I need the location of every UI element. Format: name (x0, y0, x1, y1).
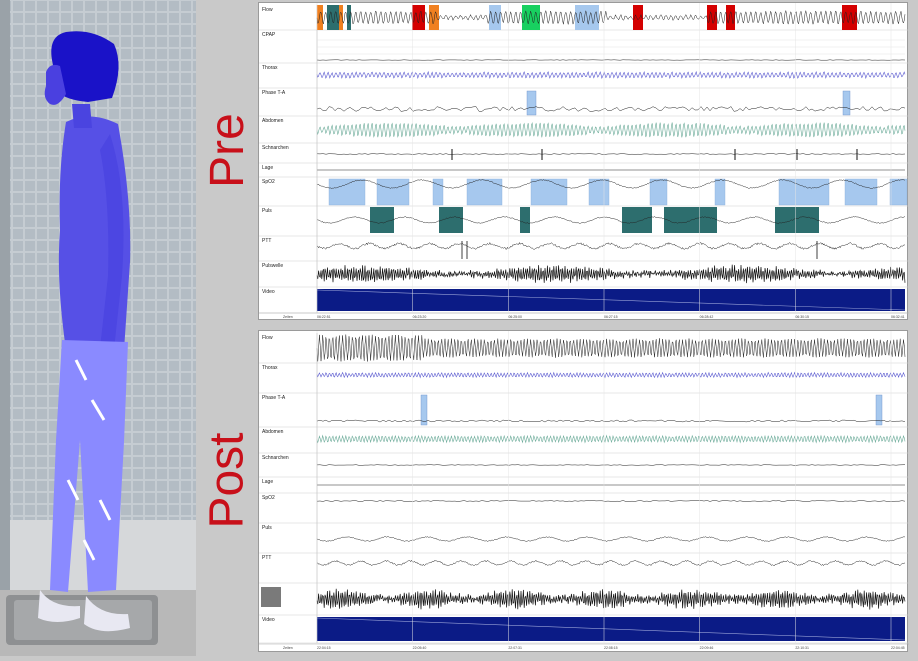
pre-flow-trace (317, 11, 905, 25)
post-title: Post (200, 432, 255, 528)
pre-spo2-desaturation (377, 179, 409, 205)
pre-channel-label-abdomen: Abdomen (262, 118, 284, 124)
pre-channel-label-phase: Phase T-A (262, 90, 286, 96)
pre-pulse-event (622, 207, 652, 233)
post-snore-trace (317, 465, 905, 466)
post-polysomnography-panel: Flow Thorax Phase T-A Abdomen Schnarchen Lage… (258, 330, 908, 652)
pre-channel-label-position: Lage (262, 165, 273, 171)
post-channel-label-ptt: PTT (262, 555, 271, 561)
post-spo2-trace (317, 501, 905, 502)
post-time-tick: 22:09:46 (700, 646, 714, 650)
post-channel-label-spo2: SpO2 (262, 495, 275, 501)
pre-phase-trace (317, 107, 905, 112)
post-flow-trace (317, 335, 905, 362)
pre-spo2-desaturation (467, 179, 502, 205)
pre-channel-label-video: Video (262, 289, 275, 295)
pre-phase-event (527, 91, 536, 115)
post-abdomen-trace (317, 436, 905, 443)
post-phase-trace (317, 420, 905, 422)
post-time-tick: 22:07:31 (508, 646, 522, 650)
post-label: Post (200, 330, 255, 630)
pre-time-tick: 06:22:51 (317, 315, 331, 319)
pre-channel-label-flow: Flow (262, 7, 273, 13)
pre-spo2-desaturation (845, 179, 877, 205)
patient-photo (0, 0, 196, 656)
pre-pulse-event (775, 207, 819, 233)
post-channel-label-abdomen: Abdomen (262, 429, 284, 435)
pre-pleth-trace (317, 265, 905, 284)
pre-channel-label-pleth: Pulswelle (262, 263, 283, 269)
post-ptt-trace (317, 560, 905, 565)
pre-flow-event-red (726, 5, 735, 30)
pre-spo2-desaturation (433, 179, 443, 205)
post-time-tick: 22:05:40 (413, 646, 427, 650)
pre-channel-label-snore: Schnarchen (262, 145, 289, 151)
post-channel-label-position: Lage (262, 479, 273, 485)
post-channel-label-pulse: Puls (262, 525, 272, 531)
pre-spo2-desaturation (531, 179, 567, 205)
pre-time-tick: 06:30:15 (795, 315, 809, 319)
post-pleth-thumbnail (261, 587, 281, 607)
pre-spo2-desaturation (329, 179, 365, 205)
pre-signal-chart: Flow CPAP Thorax Phase T-A Abdomen Schnarchen… (259, 3, 909, 321)
pre-spo2-desaturation (650, 179, 667, 205)
post-channel-label-snore: Schnarchen (262, 455, 289, 461)
post-channel-label-video: Video (262, 617, 275, 623)
pre-spo2-desaturation (715, 179, 725, 205)
post-phase-event (421, 395, 427, 425)
pre-pulse-event (520, 207, 530, 233)
post-time-tick: 22:08:15 (604, 646, 618, 650)
pre-time-tick: 06:32:41 (891, 315, 905, 319)
pre-flow-event-orange (429, 5, 439, 30)
pre-time-label: Zeiten (283, 315, 293, 319)
pre-pulse-event (370, 207, 394, 233)
post-channel-label-thorax: Thorax (262, 365, 278, 371)
post-time-tick: 22:04:15 (317, 646, 331, 650)
pre-phase-event (843, 91, 850, 115)
pre-time-tick: 06:27:15 (604, 315, 618, 319)
post-time-tick: 22:04:45 (891, 646, 905, 650)
post-channel-label-phase: Phase T-A (262, 395, 286, 401)
post-thorax-trace (317, 373, 905, 378)
pre-flow-event-red (412, 5, 425, 30)
pre-spo2-desaturation (589, 179, 609, 205)
pre-channel-label-thorax: Thorax (262, 65, 278, 71)
post-signal-chart: Flow Thorax Phase T-A Abdomen Schnarchen Lage… (259, 331, 909, 653)
pre-time-tick: 06:28:42 (700, 315, 714, 319)
pre-spo2-desaturation (890, 179, 907, 205)
pre-title: Pre (200, 113, 255, 188)
pre-snore-trace (317, 154, 905, 155)
post-pulse-trace (317, 537, 905, 542)
post-time-tick: 22:10:31 (795, 646, 809, 650)
post-pleth-trace (317, 589, 905, 610)
pre-channel-label-cpap: CPAP (262, 32, 276, 38)
pre-abdomen-trace (317, 123, 905, 138)
pre-thorax-trace (317, 72, 905, 78)
pre-channel-label-spo2: SpO2 (262, 179, 275, 185)
pre-label: Pre (200, 0, 255, 300)
pre-channel-label-pulse: Puls (262, 208, 272, 214)
pre-channel-label-ptt: PTT (262, 238, 271, 244)
pre-spo2-desaturation (779, 179, 829, 205)
post-time-label: Zeiten (283, 646, 293, 650)
pre-flow-event-teal (347, 5, 351, 30)
post-channel-label-flow: Flow (262, 335, 273, 341)
pre-time-tick: 06:25:00 (508, 315, 522, 319)
pre-time-tick: 06:23:20 (413, 315, 427, 319)
pre-polysomnography-panel: Flow CPAP Thorax Phase T-A Abdomen Schnarchen… (258, 2, 908, 320)
